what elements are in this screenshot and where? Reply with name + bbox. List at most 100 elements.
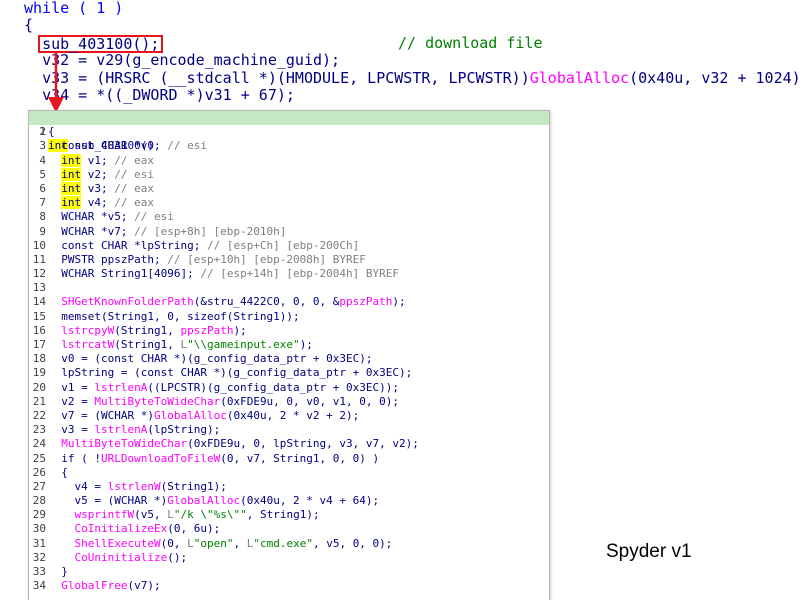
code-text: { xyxy=(48,125,55,139)
line-number: 22 xyxy=(32,408,46,422)
api-call[interactable]: ShellExecuteW xyxy=(75,537,161,550)
highlighted-call-sub-403100[interactable]: sub_403100(); xyxy=(38,34,164,53)
api-call[interactable]: CoUninitialize xyxy=(75,551,168,564)
code-text: (String1); xyxy=(160,479,227,493)
type-keyword: int xyxy=(61,181,82,195)
code-content: if ( !URLDownloadToFileW(0, v7, String1,… xyxy=(48,452,379,466)
download-file-comment: // download file xyxy=(398,33,543,52)
api-call[interactable]: GlobalAlloc xyxy=(154,409,227,422)
code-row: 29 wsprintfW(v5, L"/k \"%s\"", String1); xyxy=(29,508,549,522)
api-call[interactable]: GlobalFree xyxy=(61,579,127,592)
line-number: 30 xyxy=(32,522,46,536)
code-text: ); xyxy=(233,323,247,337)
comment: // esi xyxy=(134,210,174,224)
while-statement: while ( 1 ) xyxy=(24,0,124,17)
code-row: 28 v5 = (WCHAR *)GlobalAlloc(0x40u, 2 * … xyxy=(29,494,549,508)
code-text: (0x40u, 2 * v2 + 2); xyxy=(226,408,360,422)
line-number: 24 xyxy=(32,437,46,451)
open-brace: { xyxy=(24,16,34,35)
api-call[interactable]: ppszPath xyxy=(180,324,233,337)
comment: // [esp+10h] [ebp-2008h] BYREF xyxy=(167,252,366,266)
code-row: 20 v1 = lstrlenA((LPCSTR)(g_config_data_… xyxy=(29,381,549,395)
line-number: 20 xyxy=(32,380,46,394)
api-call[interactable]: lstrcatW xyxy=(61,338,114,351)
api-call[interactable]: URLDownloadToFileW xyxy=(101,452,220,465)
code-content: } xyxy=(48,565,68,579)
code-row: 15 memset(String1, 0, sizeof(String1)); xyxy=(29,310,549,324)
comment: // eax xyxy=(114,153,154,167)
line-number: 33 xyxy=(32,565,46,578)
code-text: (0, xyxy=(160,536,188,550)
line-number: 5 xyxy=(39,167,46,181)
code-row: 7 int v4; // eax xyxy=(29,196,549,210)
api-call[interactable]: SHGetKnownFolderPath xyxy=(61,295,193,308)
api-call[interactable]: MultiByteToWideChar xyxy=(61,437,187,450)
line-number: 23 xyxy=(32,423,46,437)
globalalloc-call[interactable]: GlobalAlloc xyxy=(530,69,629,87)
code-text: v0 = (const CHAR *)(g_config_data_ptr + … xyxy=(48,352,373,366)
code-content: PWSTR ppszPath; // [esp+10h] [ebp-2008h]… xyxy=(48,253,366,267)
code-content: v1 = lstrlenA((LPCSTR)(g_config_data_ptr… xyxy=(48,381,399,395)
line-number: 13 xyxy=(32,281,46,295)
code-content: memset(String1, 0, sizeof(String1)); xyxy=(48,310,299,324)
code-text: , String1); xyxy=(246,508,320,522)
code-text: ((LPCSTR)(g_config_data_ptr + 0x3EC)); xyxy=(147,380,400,394)
code-row: 5 int v2; // esi xyxy=(29,167,549,182)
code-content: GlobalFree(v7); xyxy=(48,579,161,593)
code-content: int v3; // eax xyxy=(48,181,154,196)
code-text: (String1, xyxy=(114,338,181,351)
code-line: { xyxy=(24,17,794,34)
code-text: PWSTR ppszPath; xyxy=(48,252,168,266)
code-text: v5 = (WCHAR *) xyxy=(48,494,168,508)
code-line: sub_403100(); // download file xyxy=(24,33,794,53)
api-call[interactable]: MultiByteToWideChar xyxy=(94,395,220,408)
code-text: (0x40u, 2 * v4 + 64); xyxy=(240,494,380,508)
code-content: int v2; // esi xyxy=(48,167,154,182)
pseudocode-popup[interactable]: 1 int sub_403100() 2{3 const CHAR *v0; /… xyxy=(28,110,550,600)
code-content: MultiByteToWideChar(0xFDE9u, 0, lpString… xyxy=(48,437,419,451)
line-number: 26 xyxy=(32,465,46,479)
code-text: (v7); xyxy=(127,579,161,593)
api-call[interactable]: GlobalAlloc xyxy=(167,494,240,507)
code-content: WCHAR *v5; // esi xyxy=(48,210,174,224)
api-call[interactable]: wsprintfW xyxy=(75,508,135,521)
code-text: v2 = xyxy=(48,394,95,408)
code-text: ); xyxy=(392,295,406,309)
line-number: 12 xyxy=(32,267,46,281)
string-literal: "\\gameinput.exe" xyxy=(187,338,300,351)
type-keyword: int xyxy=(61,196,82,210)
line-number: 7 xyxy=(39,196,46,210)
line-number: 19 xyxy=(32,366,46,380)
decompiled-code-snippet: while ( 1 ) { sub_403100(); // download f… xyxy=(24,0,802,104)
code-line: v32 = v29(g_encode_machine_guid); xyxy=(24,51,794,69)
code-content: int v4; // eax xyxy=(48,196,154,210)
line-number: 17 xyxy=(32,338,46,351)
code-row: 16 lstrcpyW(String1, ppszPath); xyxy=(29,324,549,338)
code-row: 4 int v1; // eax xyxy=(29,153,549,168)
code-text: (String1, xyxy=(114,323,181,337)
code-text: , xyxy=(233,536,247,550)
api-call[interactable]: lstrcpyW xyxy=(61,324,114,337)
api-call[interactable]: CoInitializeEx xyxy=(75,522,168,535)
api-call[interactable]: lstrlenA xyxy=(94,381,147,394)
comment: // [esp+Ch] [ebp-200Ch] xyxy=(206,238,360,252)
code-row: 19 lpString = (const CHAR *)(g_config_da… xyxy=(29,366,549,380)
code-text: v7 = (WCHAR *) xyxy=(48,408,154,422)
comment: // esi xyxy=(114,167,154,181)
api-call[interactable]: lstrlenW xyxy=(108,480,161,493)
code-text: const CHAR *v0; xyxy=(48,139,168,153)
api-call[interactable]: lstrlenA xyxy=(94,423,147,436)
popup-header-row: 1 int sub_403100() xyxy=(29,111,549,153)
code-content: lpString = (const CHAR *)(g_config_data_… xyxy=(48,366,412,380)
api-call[interactable]: ppszPath xyxy=(339,295,392,308)
code-row: 33 } xyxy=(29,565,549,579)
code-text: { xyxy=(48,465,68,479)
code-row: 25 if ( !URLDownloadToFileW(0, v7, Strin… xyxy=(29,452,549,466)
code-content: v2 = MultiByteToWideChar(0xFDE9u, 0, v0,… xyxy=(48,395,399,409)
code-text: const CHAR *lpString; xyxy=(48,238,207,252)
